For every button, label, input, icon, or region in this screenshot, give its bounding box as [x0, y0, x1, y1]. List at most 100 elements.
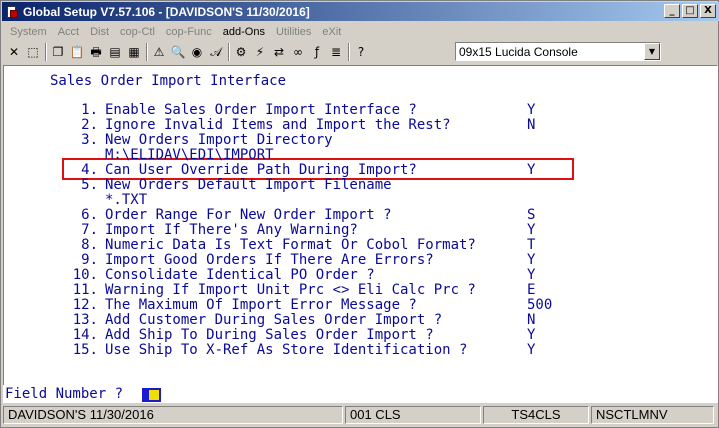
- setting-row[interactable]: M:\ELIDAV\EDI\IMPORT: [4, 148, 717, 163]
- menu-item-exit[interactable]: eXit: [322, 26, 341, 38]
- setting-number: 7.: [81, 222, 98, 238]
- title-bar[interactable]: Global Setup V7.57.106 - [DAVIDSON'S 11/…: [2, 2, 719, 21]
- maximize-button[interactable]: □: [682, 4, 698, 18]
- setting-row[interactable]: 4. Can User Override Path During Import? Y: [4, 163, 717, 178]
- toolbar: ✕ ⬚ ❐ 📋 🖶 ▤ ▦ ⚠ 🔍 ◉ 𝒜 ⚙ ⚡ ⇄ ∞ ƒ ≣? 09x15 Lucida Console …: [5, 41, 716, 63]
- setting-number: 9.: [81, 252, 98, 268]
- setting-label: Numeric Data Is Text Format Or Cobol For…: [105, 237, 476, 253]
- setting-row[interactable]: 8. Numeric Data Is Text Format Or Cobol F…: [4, 238, 717, 253]
- setting-label: Warning If Import Unit Prc <> Eli Calc P…: [105, 282, 476, 298]
- toolbar-separator: [348, 43, 350, 61]
- setting-value: Y: [527, 267, 536, 283]
- font-select[interactable]: 09x15 Lucida Console ▼: [455, 42, 661, 61]
- tools-icon[interactable]: ⚙: [232, 43, 250, 61]
- minimize-button[interactable]: _: [664, 4, 680, 18]
- setting-label: New Orders Default Import Filename: [105, 177, 392, 193]
- setting-value: Y: [527, 222, 536, 238]
- menu-item-dist[interactable]: Dist: [90, 26, 109, 38]
- setting-row[interactable]: 10. Consolidate Identical PO Order ? Y: [4, 268, 717, 283]
- chevron-down-icon[interactable]: ▼: [644, 43, 660, 60]
- setting-number: 10.: [72, 267, 98, 283]
- menu-bar: System Acct Dist cop-Ctl cop-Func add-Ons Util…: [2, 23, 719, 41]
- setting-label: Enable Sales Order Import Interface ?: [105, 102, 417, 118]
- screen-heading: Sales Order Import Interface: [50, 73, 287, 89]
- setting-row[interactable]: 9. Import Good Orders If There Are Errors…: [4, 253, 717, 268]
- close-button[interactable]: X: [700, 4, 716, 18]
- setting-row[interactable]: 12. The Maximum Of Import Error Message ?…: [4, 298, 717, 313]
- field-prompt-line[interactable]: Field Number ?: [3, 385, 718, 403]
- toolbar-separator: [146, 43, 148, 61]
- setting-number: 4.: [81, 162, 98, 178]
- menu-item-cop-ctl[interactable]: cop-Ctl: [120, 26, 155, 38]
- help-icon[interactable]: ?: [352, 43, 370, 61]
- setting-row[interactable]: 3. New Orders Import Directory: [4, 133, 717, 148]
- toolbar-separator: [228, 43, 230, 61]
- menu-item-add-ons[interactable]: add-Ons: [223, 26, 265, 38]
- setting-number: 2.: [81, 117, 98, 133]
- setting-row[interactable]: *.TXT: [4, 193, 717, 208]
- app-icon[interactable]: [5, 5, 19, 19]
- calendar-icon[interactable]: ▦: [125, 43, 143, 61]
- print-icon[interactable]: 🖶: [87, 43, 105, 61]
- app-window: Global Setup V7.57.106 - [DAVIDSON'S 11/…: [0, 0, 719, 428]
- setting-row[interactable]: 11. Warning If Import Unit Prc <> Eli Cal…: [4, 283, 717, 298]
- status-program: NSCTLMNV: [591, 406, 714, 424]
- font-icon[interactable]: 𝒜: [207, 43, 225, 61]
- lightning-icon[interactable]: ⚡: [251, 43, 269, 61]
- font-select-value: 09x15 Lucida Console: [459, 44, 578, 59]
- magnify-icon[interactable]: 🔍: [169, 43, 187, 61]
- copy-icon[interactable]: ❐: [49, 43, 67, 61]
- function-icon[interactable]: ƒ: [308, 43, 326, 61]
- setting-label: Import Good Orders If There Are Errors?: [105, 252, 434, 268]
- close-icon[interactable]: ✕: [5, 43, 23, 61]
- setting-value: Y: [527, 252, 536, 268]
- browser-icon[interactable]: ◉: [188, 43, 206, 61]
- setting-row[interactable]: 1. Enable Sales Order Import Interface ? Y: [4, 103, 717, 118]
- menu-item-utilities[interactable]: Utilities: [276, 26, 311, 38]
- setting-row[interactable]: 7. Import If There's Any Warning? Y: [4, 223, 717, 238]
- setting-row[interactable]: 6. Order Range For New Order Import ? S: [4, 208, 717, 223]
- paste-icon[interactable]: 📋: [68, 43, 86, 61]
- setting-row[interactable]: 5. New Orders Default Import Filename: [4, 178, 717, 193]
- setting-number: 13.: [72, 312, 98, 328]
- setting-number: 8.: [81, 237, 98, 253]
- setting-value: 500: [527, 297, 553, 313]
- setting-value: Y: [527, 162, 536, 178]
- setting-label: Consolidate Identical PO Order ?: [105, 267, 375, 283]
- setting-label: The Maximum Of Import Error Message ?: [105, 297, 417, 313]
- status-bar: DAVIDSON'S 11/30/2016 001 CLS TS4CLS NSC…: [3, 405, 718, 425]
- link-icon[interactable]: ⇄: [270, 43, 288, 61]
- setting-number: 1.: [81, 102, 98, 118]
- stack-icon[interactable]: ≣: [327, 43, 345, 61]
- menu-item-cop-func[interactable]: cop-Func: [166, 26, 212, 38]
- status-terminal: TS4CLS: [483, 406, 589, 424]
- setting-label: Add Customer During Sales Order Import ?: [105, 312, 443, 328]
- setting-value: E: [527, 282, 536, 298]
- setting-row[interactable]: 2. Ignore Invalid Items and Import the Re…: [4, 118, 717, 133]
- setting-number: 6.: [81, 207, 98, 223]
- select-icon[interactable]: ⬚: [24, 43, 42, 61]
- window-title: Global Setup V7.57.106 - [DAVIDSON'S 11/…: [23, 4, 310, 19]
- find-icon[interactable]: ⚠: [150, 43, 168, 61]
- setting-value: S: [527, 207, 536, 223]
- menu-item-system[interactable]: System: [10, 26, 47, 38]
- setting-label: Import If There's Any Warning?: [105, 222, 358, 238]
- setting-label: Order Range For New Order Import ?: [105, 207, 392, 223]
- setting-number: 12.: [72, 297, 98, 313]
- setting-value: Y: [527, 327, 536, 343]
- setting-value: N: [527, 117, 536, 133]
- input-cursor[interactable]: [142, 388, 161, 402]
- chain-icon[interactable]: ∞: [289, 43, 307, 61]
- setting-row[interactable]: 15. Use Ship To X-Ref As Store Identifica…: [4, 343, 717, 358]
- setting-value: Y: [527, 102, 536, 118]
- setting-label: Ignore Invalid Items and Import the Rest…: [105, 117, 451, 133]
- menu-item-acct[interactable]: Acct: [58, 26, 79, 38]
- setting-number: 3.: [81, 132, 98, 148]
- setting-row[interactable]: 14. Add Ship To During Sales Order Import…: [4, 328, 717, 343]
- setting-number: 14.: [72, 327, 98, 343]
- setting-row[interactable]: 13. Add Customer During Sales Order Impor…: [4, 313, 717, 328]
- terminal-screen[interactable]: Sales Order Import Interface 1. Enable Sa…: [3, 65, 718, 403]
- notes-icon[interactable]: ▤: [106, 43, 124, 61]
- setting-label: Add Ship To During Sales Order Import ?: [105, 327, 434, 343]
- field-prompt: Field Number ?: [5, 386, 124, 402]
